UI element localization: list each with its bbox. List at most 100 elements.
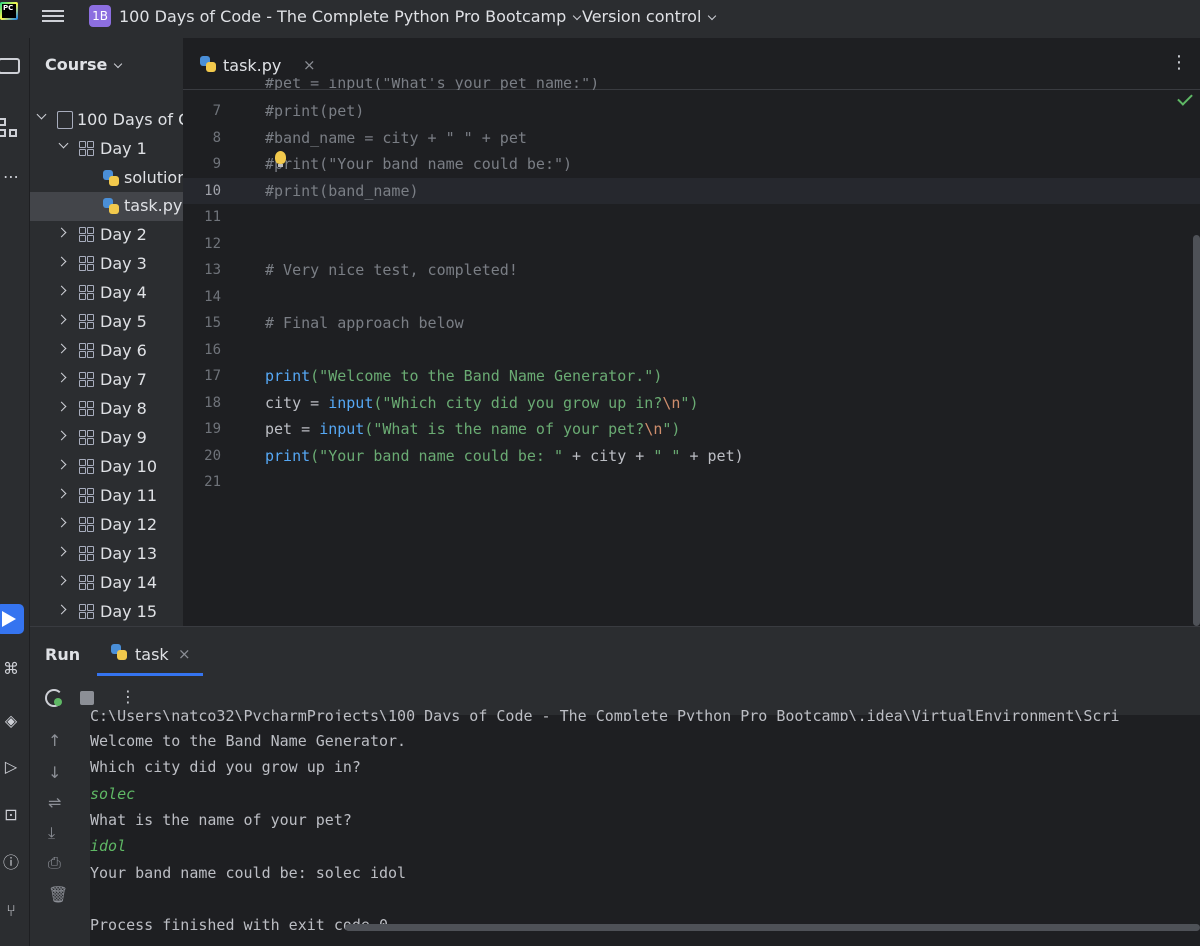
project-folder-icon[interactable]: [0, 58, 20, 74]
trash-icon[interactable]: 🗑: [48, 885, 68, 904]
tree-item-solution[interactable]: solution: [30, 164, 183, 193]
chevron-right-icon[interactable]: [56, 343, 67, 354]
code-line-13[interactable]: # Very nice test, completed!: [265, 261, 518, 279]
run-tool-icon[interactable]: [0, 604, 24, 634]
chevron-down-icon[interactable]: [58, 138, 69, 149]
chevron-down-icon[interactable]: [36, 109, 47, 120]
tree-item-day[interactable]: Day 3: [30, 250, 183, 279]
run-tab-task[interactable]: task ×: [110, 643, 205, 677]
lesson-grid-icon: [79, 459, 95, 475]
close-icon[interactable]: ×: [178, 645, 191, 663]
chevron-right-icon[interactable]: [56, 575, 67, 586]
code-line-15[interactable]: # Final approach below: [265, 314, 464, 332]
tree-item-day[interactable]: Day 10: [30, 453, 183, 482]
lesson-grid-icon: [79, 517, 95, 533]
chevron-down-icon: [708, 11, 717, 21]
chevron-right-icon[interactable]: [56, 430, 67, 441]
tree-item-task-py[interactable]: task.py: [30, 192, 183, 221]
python-file-icon: [102, 197, 120, 215]
tree-item-day[interactable]: Day 14: [30, 569, 183, 598]
tree-item-day[interactable]: Day 8: [30, 395, 183, 424]
main-menu-icon[interactable]: [42, 7, 64, 27]
chevron-right-icon[interactable]: [56, 285, 67, 296]
more-options-icon[interactable]: ⋮: [1170, 52, 1188, 73]
chevron-right-icon[interactable]: [56, 227, 67, 238]
project-name: 100 Days of Code - The Complete Python P…: [119, 7, 567, 26]
lightbulb-icon[interactable]: [275, 151, 286, 167]
code-line-19[interactable]: pet = input("What is the name of your pe…: [265, 420, 680, 438]
services-icon[interactable]: ▷: [0, 756, 22, 778]
code-line-7[interactable]: #print(pet): [265, 102, 364, 120]
tree-item-day[interactable]: Day 6: [30, 337, 183, 366]
lesson-grid-icon: [79, 256, 95, 272]
tree-label: Day 2: [100, 225, 147, 244]
up-arrow-icon[interactable]: ↑: [48, 731, 61, 750]
tree-item-day[interactable]: Day 15: [30, 598, 183, 626]
tree-label: Day 9: [100, 428, 147, 447]
run-panel: Run task × ⋮ ↑ ↓ ⇌ ⤓ ⎙ 🗑 C:\Users\natco3…: [30, 626, 1200, 946]
chevron-right-icon[interactable]: [56, 488, 67, 499]
code-line-8[interactable]: #band_name = city + " " + pet: [265, 129, 527, 147]
tree-item-day-1[interactable]: Day 1: [30, 135, 183, 164]
tree-item-day[interactable]: Day 2: [30, 221, 183, 250]
chevron-right-icon[interactable]: [56, 546, 67, 557]
python-file-icon: [102, 169, 120, 187]
more-tools-icon[interactable]: ⋯: [0, 166, 22, 188]
chevron-down-icon: [114, 59, 123, 69]
soft-wrap-icon[interactable]: ⇌: [48, 793, 61, 812]
chevron-right-icon[interactable]: [56, 256, 67, 267]
line-number: 19: [204, 421, 221, 437]
code-line-10[interactable]: #print(band_name): [265, 182, 419, 200]
scroll-to-end-icon[interactable]: ⤓: [48, 823, 55, 843]
project-badge[interactable]: 1B: [89, 5, 111, 27]
chevron-right-icon[interactable]: [56, 314, 67, 325]
chevron-right-icon[interactable]: [56, 401, 67, 412]
layers-icon[interactable]: ◈: [0, 710, 22, 732]
chevron-right-icon[interactable]: [56, 459, 67, 470]
editor-scrollbar[interactable]: [1193, 235, 1200, 626]
lesson-grid-icon: [79, 372, 95, 388]
code-line-18[interactable]: city = input("Which city did you grow up…: [265, 394, 698, 412]
chevron-right-icon[interactable]: [56, 604, 67, 615]
close-icon[interactable]: ×: [303, 56, 316, 74]
tree-item-day[interactable]: Day 12: [30, 511, 183, 540]
no-problems-check-icon[interactable]: [1177, 90, 1193, 106]
tree-item-day[interactable]: Day 11: [30, 482, 183, 511]
terminal-icon[interactable]: ⊡: [0, 804, 22, 826]
lesson-grid-icon: [79, 575, 95, 591]
structure-icon[interactable]: [0, 118, 18, 138]
stop-icon[interactable]: [80, 691, 94, 705]
editor: task.py × ⋮ #pet = input("What's your pe…: [183, 38, 1200, 626]
tree-item-day[interactable]: Day 5: [30, 308, 183, 337]
project-panel-header[interactable]: Course: [45, 55, 123, 74]
project-selector[interactable]: 100 Days of Code - The Complete Python P…: [119, 7, 582, 26]
code-line-17[interactable]: print("Welcome to the Band Name Generato…: [265, 367, 662, 385]
tree-item-day[interactable]: Day 9: [30, 424, 183, 453]
code-line-9[interactable]: #print("Your band name could be:"): [265, 155, 572, 173]
code-line-20[interactable]: print("Your band name could be: " + city…: [265, 447, 744, 465]
lesson-grid-icon: [79, 401, 95, 417]
git-icon[interactable]: ⑂: [0, 900, 22, 922]
tree-root[interactable]: 100 Days of C: [30, 106, 183, 135]
console-output-line: Which city did you grow up in?: [90, 758, 361, 777]
console-output[interactable]: C:\Users\natco32\PycharmProjects\100 Day…: [90, 707, 1200, 946]
version-control-menu[interactable]: Version control: [582, 7, 717, 26]
problems-icon[interactable]: ⓘ: [0, 852, 22, 874]
tree-item-day[interactable]: Day 4: [30, 279, 183, 308]
print-icon[interactable]: ⎙: [48, 853, 61, 873]
console-command-line: C:\Users\natco32\PycharmProjects\100 Day…: [90, 707, 1120, 721]
lesson-grid-icon: [79, 546, 95, 562]
tree-label: solution: [124, 168, 183, 187]
line-number: 11: [204, 209, 221, 225]
chevron-right-icon[interactable]: [56, 372, 67, 383]
more-options-icon[interactable]: ⋮: [120, 687, 136, 706]
console-horizontal-scrollbar[interactable]: [345, 924, 1200, 931]
tree-item-day[interactable]: Day 7: [30, 366, 183, 395]
tree-item-day[interactable]: Day 13: [30, 540, 183, 569]
active-tab-indicator: [97, 673, 203, 676]
line-number: 13: [204, 262, 221, 278]
rerun-icon[interactable]: [45, 689, 63, 707]
python-console-icon[interactable]: ⌘: [0, 658, 22, 680]
chevron-right-icon[interactable]: [56, 517, 67, 528]
down-arrow-icon[interactable]: ↓: [48, 763, 61, 782]
